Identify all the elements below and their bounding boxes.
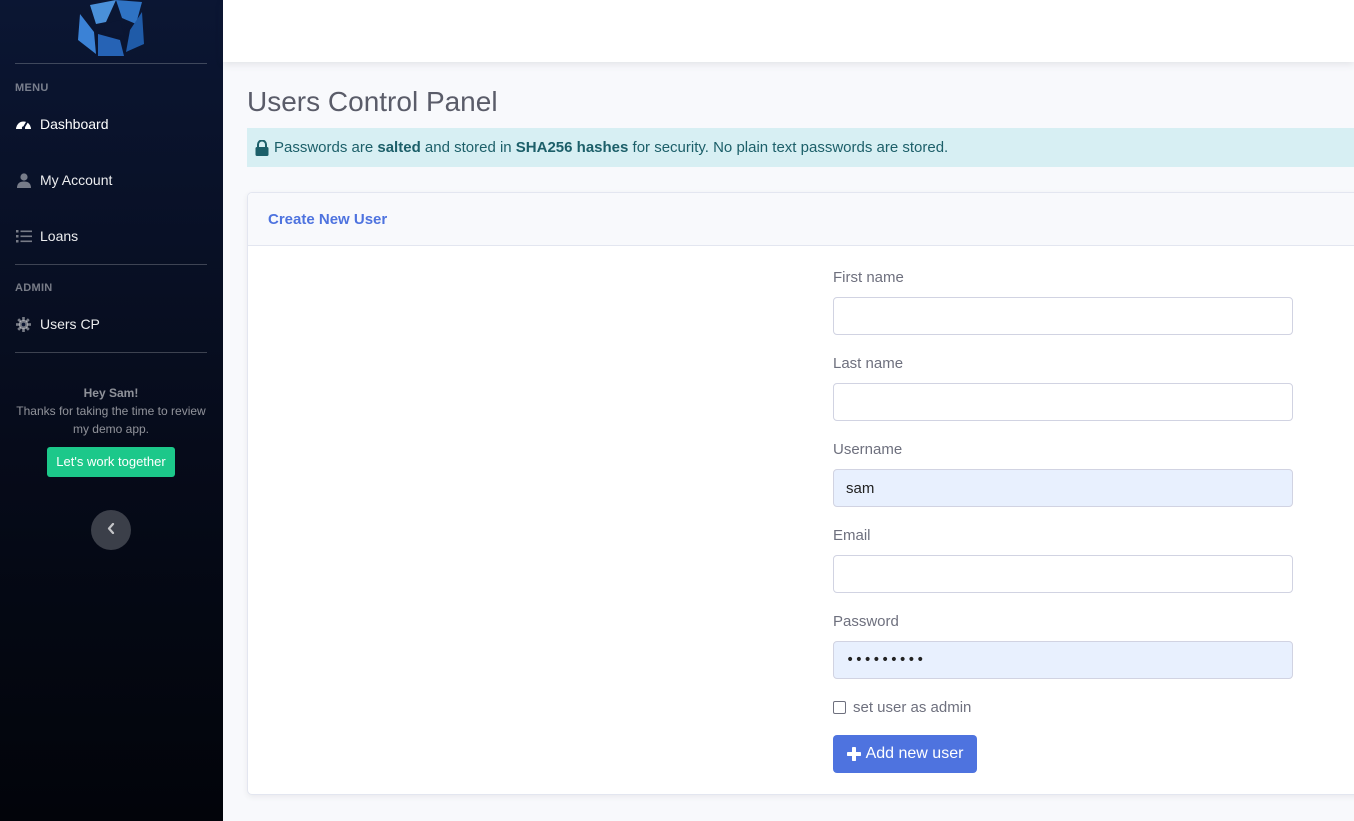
sidebar-promo-card: Hey Sam! Thanks for taking the time to r… <box>15 384 207 477</box>
user-icon <box>15 172 32 189</box>
sidebar-divider <box>15 63 207 64</box>
page-title: Users Control Panel <box>247 86 498 117</box>
sidebar-item-dashboard[interactable]: Dashboard <box>15 112 109 136</box>
brand-logo[interactable] <box>76 0 146 58</box>
email-label: Email <box>833 527 871 544</box>
username-input[interactable] <box>833 469 1293 507</box>
promo-message: Thanks for taking the time to review my … <box>16 404 206 436</box>
gear-icon <box>15 316 32 333</box>
sidebar-item-loans[interactable]: Loans <box>15 224 78 248</box>
username-label: Username <box>833 441 903 458</box>
sidebar-item-label: Dashboard <box>40 116 109 132</box>
sidebar-item-users-cp[interactable]: Users CP <box>15 312 100 336</box>
alert-bold-salted: salted <box>377 139 421 156</box>
topbar <box>223 0 1354 62</box>
checkbox-box[interactable] <box>833 701 846 714</box>
alert-text: Passwords are <box>274 139 378 156</box>
sidebar-toggle-button[interactable] <box>91 510 131 550</box>
create-user-card: Create New User First name Last name Use… <box>247 192 1354 795</box>
admin-heading: ADMIN <box>15 282 53 294</box>
lets-work-together-button[interactable]: Let's work together <box>47 447 175 477</box>
password-input[interactable] <box>833 641 1293 679</box>
add-new-user-label: Add new user <box>865 745 964 762</box>
chevron-left-icon <box>107 521 115 539</box>
lock-icon <box>255 139 269 156</box>
sidebar-divider <box>15 352 207 353</box>
add-new-user-button[interactable]: Add new user <box>833 735 977 773</box>
password-label: Password <box>833 613 899 630</box>
set-admin-checkbox[interactable]: set user as admin <box>833 699 971 716</box>
security-alert: Passwords are salted and stored in SHA25… <box>247 128 1354 167</box>
card-title: Create New User <box>248 193 1354 246</box>
first-name-input[interactable] <box>833 297 1293 335</box>
last-name-input[interactable] <box>833 383 1293 421</box>
plus-icon <box>846 747 861 761</box>
alert-bold-sha256: SHA256 hashes <box>515 139 629 156</box>
first-name-label: First name <box>833 269 904 286</box>
list-icon <box>15 228 32 245</box>
sidebar-item-label: My Account <box>40 172 113 188</box>
tachometer-icon <box>15 116 32 133</box>
sidebar-item-my-account[interactable]: My Account <box>15 168 112 192</box>
email-input[interactable] <box>833 555 1293 593</box>
sidebar-divider <box>15 264 207 265</box>
sidebar: MENU Dashboard My Account Loans ADMIN Us… <box>0 0 223 821</box>
sidebar-item-label: Users CP <box>40 316 100 332</box>
menu-heading: MENU <box>15 82 49 94</box>
sidebar-item-label: Loans <box>40 228 79 244</box>
alert-text: for security. No plain text passwords ar… <box>628 139 949 156</box>
alert-text: and stored in <box>420 139 516 156</box>
set-admin-label: set user as admin <box>853 699 972 716</box>
promo-greeting: Hey Sam! <box>83 386 139 400</box>
last-name-label: Last name <box>833 355 904 372</box>
